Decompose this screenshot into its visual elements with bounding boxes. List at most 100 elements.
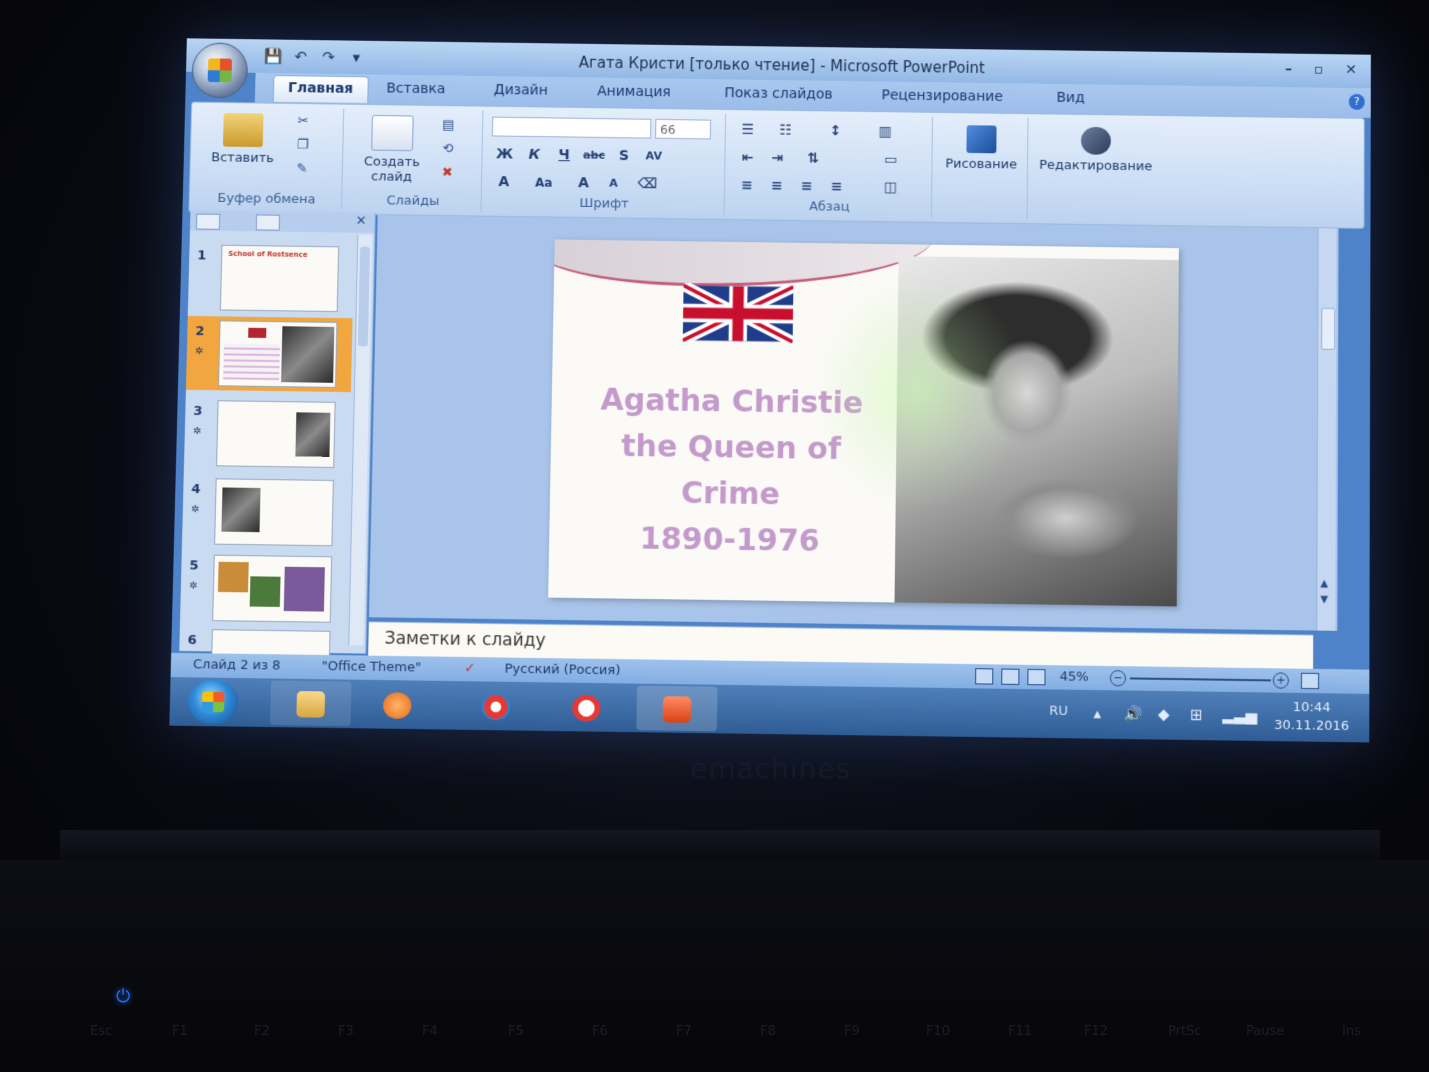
justify-button[interactable]: ≡ <box>824 177 850 197</box>
office-button[interactable] <box>191 42 249 99</box>
new-slide-button[interactable]: Создать слайд <box>351 114 432 185</box>
key-f7[interactable]: F7 <box>676 1024 692 1039</box>
undo-icon[interactable]: ↶ <box>292 48 310 66</box>
line-spacing-button[interactable]: ↕ <box>822 121 848 141</box>
clock[interactable]: 10:44 30.11.2016 <box>1274 699 1349 736</box>
clear-format-button[interactable]: ⌫ <box>634 174 660 194</box>
thumbnail-row[interactable]: 4 ✲ <box>182 474 349 551</box>
zoom-in-icon[interactable]: + <box>1272 672 1289 689</box>
bold-button[interactable]: Ж <box>491 144 517 164</box>
change-case-button[interactable]: Aa <box>531 173 557 193</box>
taskbar-ccleaner[interactable] <box>455 683 536 729</box>
start-button[interactable] <box>187 679 239 725</box>
taskbar-powerpoint[interactable] <box>636 685 718 732</box>
tab-home[interactable]: Главная <box>272 75 369 104</box>
tab-review[interactable]: Рецензирование <box>881 87 1003 104</box>
tab-animation[interactable]: Анимация <box>597 83 671 100</box>
key-f3[interactable]: F3 <box>338 1024 354 1039</box>
scroll-thumb[interactable] <box>1321 307 1336 350</box>
sorter-view-icon[interactable] <box>1001 668 1020 685</box>
spellcheck-icon[interactable]: ✓ <box>464 661 475 676</box>
tab-view[interactable]: Вид <box>1056 90 1084 106</box>
language-status[interactable]: Русский (Россия) <box>504 662 620 679</box>
key-f11[interactable]: F11 <box>1008 1024 1032 1039</box>
cut-icon[interactable]: ✂ <box>293 114 313 130</box>
align-center-button[interactable]: ≡ <box>764 176 790 196</box>
editing-button[interactable]: Редактирование <box>1031 126 1161 174</box>
char-spacing-button[interactable]: AV <box>641 146 667 166</box>
italic-button[interactable]: К <box>521 145 547 165</box>
tab-insert[interactable]: Вставка <box>386 81 445 98</box>
zoom-out-icon[interactable]: − <box>1109 670 1127 687</box>
tab-design[interactable]: Дизайн <box>494 82 548 99</box>
help-icon[interactable]: ? <box>1348 93 1365 110</box>
key-esc[interactable]: Esc <box>90 1024 112 1039</box>
save-icon[interactable]: 💾 <box>264 47 283 65</box>
key-prtsc[interactable]: PrtSc <box>1168 1024 1201 1039</box>
thumbnail-row[interactable]: 5 ✲ <box>180 550 347 627</box>
close-button[interactable]: ✕ <box>1345 62 1357 78</box>
numbering-button[interactable]: ☷ <box>772 121 798 141</box>
text-direction-button[interactable]: ⇅ <box>800 149 826 169</box>
normal-view-icon[interactable] <box>975 668 994 685</box>
taskbar-media-player[interactable] <box>357 682 438 728</box>
align-left-button[interactable]: ≡ <box>734 175 760 195</box>
taskbar-explorer[interactable] <box>269 680 352 727</box>
network-icon[interactable]: ⊞ <box>1190 706 1203 724</box>
maximize-button[interactable]: ▫ <box>1314 62 1323 78</box>
key-f8[interactable]: F8 <box>760 1024 776 1039</box>
redo-icon[interactable]: ↷ <box>319 48 337 66</box>
key-ins[interactable]: Ins <box>1342 1024 1361 1039</box>
delete-slide-icon[interactable]: ✖ <box>437 165 457 181</box>
scroll-thumb[interactable] <box>357 246 371 347</box>
thumbnail-row[interactable]: 6 <box>179 625 345 664</box>
close-pane-icon[interactable]: ✕ <box>356 214 367 229</box>
paste-button[interactable]: Вставить <box>203 112 284 167</box>
zoom-slider[interactable] <box>1129 677 1271 682</box>
key-f1[interactable]: F1 <box>172 1024 188 1039</box>
align-text-button[interactable]: ▭ <box>878 150 904 170</box>
keyboard-language[interactable]: RU <box>1049 704 1068 719</box>
key-f10[interactable]: F10 <box>926 1024 950 1039</box>
shrink-font-button[interactable]: A <box>600 174 626 194</box>
increase-indent-button[interactable]: ⇥ <box>764 148 790 168</box>
slideshow-view-icon[interactable] <box>1027 668 1046 686</box>
copy-icon[interactable]: ❐ <box>292 138 312 154</box>
tab-slideshow[interactable]: Показ слайдов <box>724 85 832 102</box>
font-size-combo[interactable]: 66 <box>655 118 712 140</box>
minimize-button[interactable]: – <box>1285 61 1292 77</box>
thumbnail-row[interactable]: 1 School of Rostsence <box>188 240 354 316</box>
volume-icon[interactable]: 🔊 <box>1124 705 1143 723</box>
taskbar-yandex-browser[interactable] <box>546 684 627 730</box>
format-painter-icon[interactable]: ✎ <box>292 161 312 177</box>
reset-icon[interactable]: ⟲ <box>438 142 458 158</box>
key-pause[interactable]: Pause <box>1246 1024 1284 1039</box>
signal-icon[interactable]: ▂▃▅ <box>1222 706 1257 725</box>
tab-outline-icon[interactable] <box>255 214 281 231</box>
strikethrough-button[interactable]: abc <box>581 146 607 166</box>
key-f5[interactable]: F5 <box>508 1024 524 1039</box>
decrease-indent-button[interactable]: ⇤ <box>734 148 760 168</box>
show-hidden-icons-icon[interactable]: ▴ <box>1093 704 1101 722</box>
font-name-combo[interactable] <box>491 116 652 139</box>
shadow-button[interactable]: S <box>611 146 637 166</box>
grow-font-button[interactable]: A <box>570 173 596 193</box>
customize-qat-icon[interactable]: ▾ <box>347 48 365 67</box>
layout-icon[interactable]: ▤ <box>438 118 458 134</box>
key-f12[interactable]: F12 <box>1084 1024 1108 1039</box>
drawing-button[interactable]: Рисование <box>937 125 1025 173</box>
bullets-button[interactable]: ☰ <box>735 120 761 140</box>
key-f2[interactable]: F2 <box>254 1024 270 1039</box>
security-icon[interactable]: ◆ <box>1158 705 1170 723</box>
zoom-level[interactable]: 45% <box>1060 669 1089 685</box>
key-f9[interactable]: F9 <box>844 1024 860 1039</box>
fit-window-icon[interactable] <box>1300 672 1320 690</box>
smartart-button[interactable]: ◫ <box>877 177 903 197</box>
thumbnail-row-selected[interactable]: 2 ✲ <box>185 315 353 393</box>
slide-scrollbar[interactable]: ▲ ▼ <box>1316 228 1337 631</box>
prev-slide-icon[interactable]: ▲ <box>1320 578 1328 589</box>
font-color-button[interactable]: A <box>491 172 517 192</box>
key-f6[interactable]: F6 <box>592 1024 608 1039</box>
thumbnail-row[interactable]: 3 ✲ <box>184 396 351 472</box>
align-right-button[interactable]: ≡ <box>794 176 820 196</box>
